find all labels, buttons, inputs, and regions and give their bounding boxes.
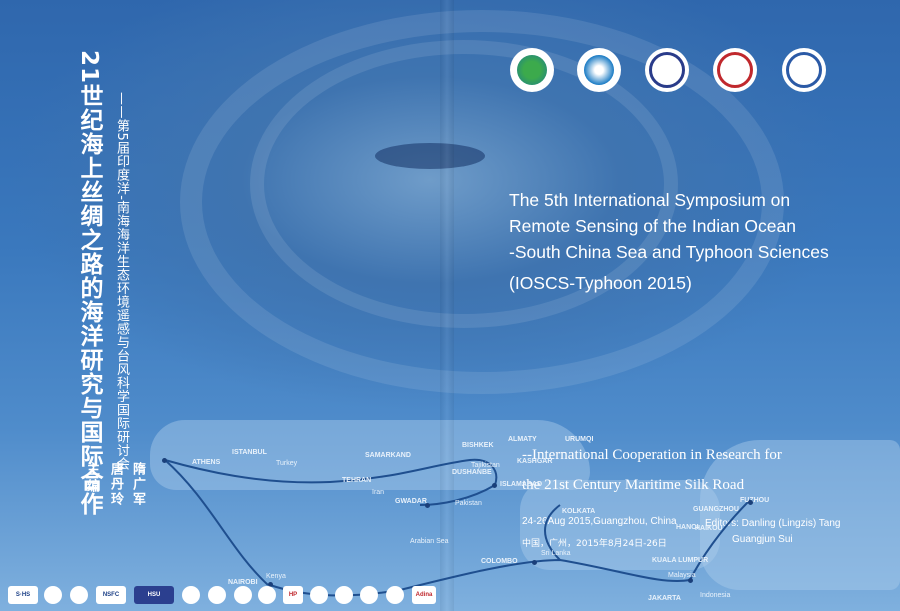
country-label: Iran	[372, 489, 385, 496]
book-cover: 21世纪海上丝绸之路的海洋研究与国际合作 ——第5届印度洋-南海海洋生态环境遥感…	[0, 0, 900, 611]
sea-label: Arabian Sea	[410, 538, 449, 545]
city-label: ALMATY	[508, 436, 537, 443]
city-marker	[748, 500, 753, 505]
city-label: ISTANBUL	[232, 449, 267, 456]
city-label: HAIKOU	[695, 525, 723, 532]
sponsor-logo: NSFC	[96, 586, 126, 604]
sponsor-logo: Adina	[412, 586, 436, 604]
city-label: JAKARTA	[648, 595, 681, 602]
country-label: Kenya	[266, 573, 286, 580]
city-marker	[688, 578, 693, 583]
city-label: GUANGZHOU	[693, 506, 739, 513]
city-label: KOLKATA	[562, 508, 596, 515]
sponsor-logo	[335, 586, 353, 604]
city-marker	[492, 483, 497, 488]
sponsor-logo: HSU	[134, 586, 174, 604]
city-label: ATHENS	[192, 459, 221, 466]
city-label: BISHKEK	[462, 442, 494, 449]
city-label: COLOMBO	[481, 558, 518, 565]
sponsor-logo	[234, 586, 252, 604]
sponsor-logo	[182, 586, 200, 604]
silk-road-routes	[164, 458, 751, 597]
sponsor-logo	[44, 586, 62, 604]
sponsor-logo	[258, 586, 276, 604]
city-label: KASHGAR	[517, 458, 553, 465]
sponsor-logo: S·HS	[8, 586, 38, 604]
sea-route	[269, 499, 751, 597]
country-label: Pakistan	[455, 500, 482, 507]
city-label: SAMARKAND	[365, 452, 411, 459]
city-marker	[162, 458, 167, 463]
city-label: ISLAMABAD	[500, 481, 542, 488]
city-marker	[532, 560, 537, 565]
city-label: URUMQI	[565, 436, 594, 443]
city-label: TEHRAN	[342, 477, 372, 484]
sponsor-logo	[208, 586, 226, 604]
sponsor-logo	[70, 586, 88, 604]
city-label: FUZHOU	[740, 497, 770, 504]
sponsor-logo	[360, 586, 378, 604]
city-label: HANOI	[676, 524, 699, 531]
city-marker	[425, 503, 430, 508]
country-label: Indonesia	[700, 592, 731, 599]
country-label: Tajikistan	[471, 462, 500, 469]
country-label: Turkey	[276, 460, 298, 467]
city-label: GWADAR	[395, 498, 427, 505]
country-label: Sri Lanka	[541, 550, 571, 557]
city-label: KUALA LUMPUR	[652, 557, 709, 564]
sponsor-logo	[310, 586, 328, 604]
sponsor-logo: HP	[283, 586, 303, 604]
city-label: DUSHANBE	[452, 469, 492, 476]
sponsor-logo	[386, 586, 404, 604]
city-label: NAIROBI	[228, 579, 258, 586]
